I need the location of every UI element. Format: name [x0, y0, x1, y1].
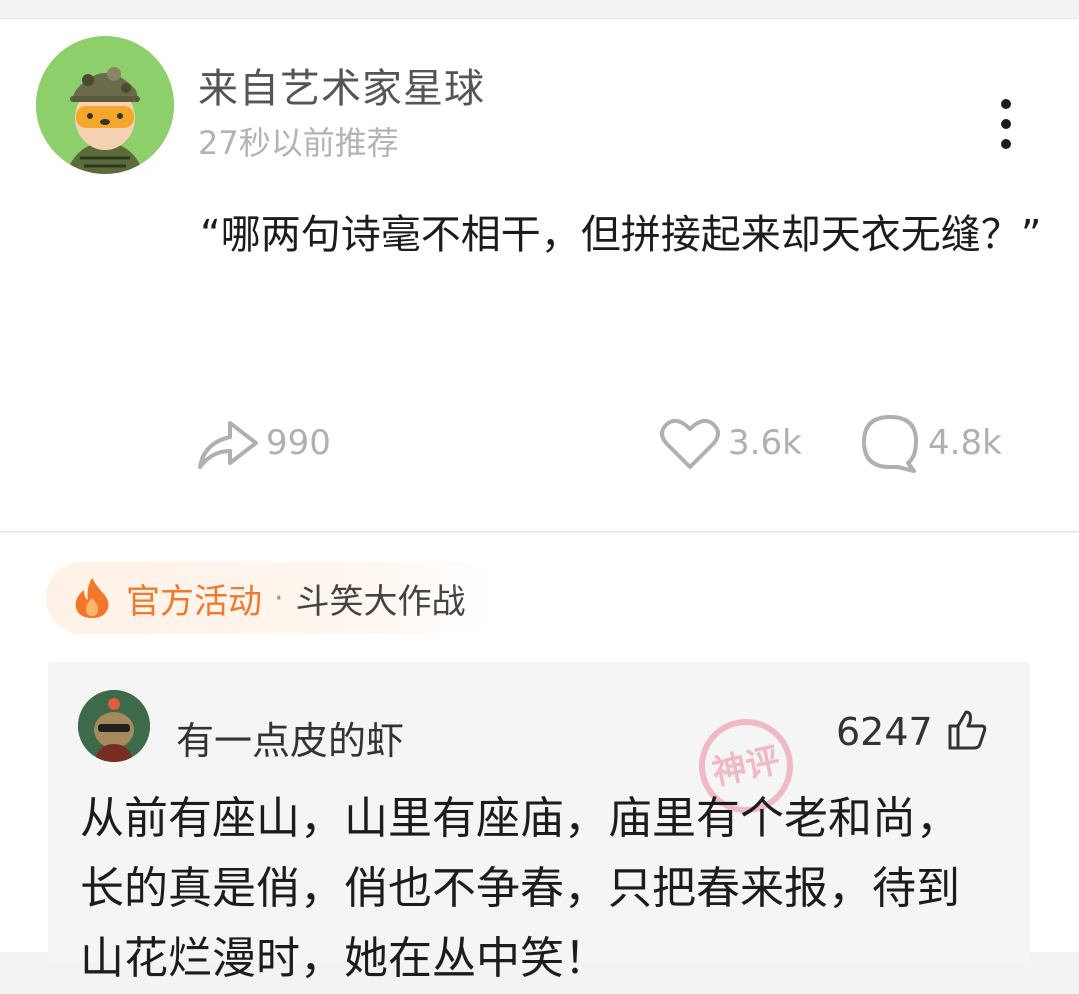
- share-button[interactable]: 990: [196, 408, 331, 478]
- comment-text[interactable]: 从前有座山，山里有座庙，庙里有个老和尚，长的真是俏，俏也不争春，只把春来报，待到…: [80, 784, 980, 994]
- fire-icon: [75, 578, 109, 618]
- thumbs-up-icon[interactable]: [946, 708, 988, 750]
- share-count: 990: [266, 423, 331, 463]
- like-count: 3.6k: [728, 423, 802, 463]
- commenter-name[interactable]: 有一点皮的虾: [176, 710, 404, 765]
- commenter-avatar-image: [78, 690, 150, 762]
- commenter-avatar[interactable]: [78, 690, 150, 762]
- heart-icon: [660, 418, 720, 469]
- activity-tag[interactable]: 官方活动 · 斗笑大作战: [46, 562, 498, 634]
- activity-label: 官方活动: [126, 581, 262, 622]
- author-avatar[interactable]: [36, 36, 174, 174]
- share-arrow-icon: [198, 421, 258, 469]
- post-time: 27秒以前推荐: [198, 124, 399, 162]
- comment-button[interactable]: 4.8k: [858, 408, 1002, 478]
- avatar-image: [36, 36, 174, 174]
- author-name[interactable]: 来自艺术家星球: [198, 56, 485, 114]
- comment-like-count: 6247: [836, 710, 933, 754]
- activity-separator: ·: [274, 580, 284, 616]
- like-button[interactable]: 3.6k: [658, 408, 802, 478]
- comment-count: 4.8k: [928, 423, 1002, 463]
- activity-name: 斗笑大作战: [295, 581, 466, 622]
- more-vertical-icon[interactable]: [992, 96, 1020, 152]
- post-text[interactable]: “哪两句诗毫不相干，但拼接起来却天衣无缝？”: [200, 196, 1050, 274]
- comment-bubble-icon: [862, 415, 918, 473]
